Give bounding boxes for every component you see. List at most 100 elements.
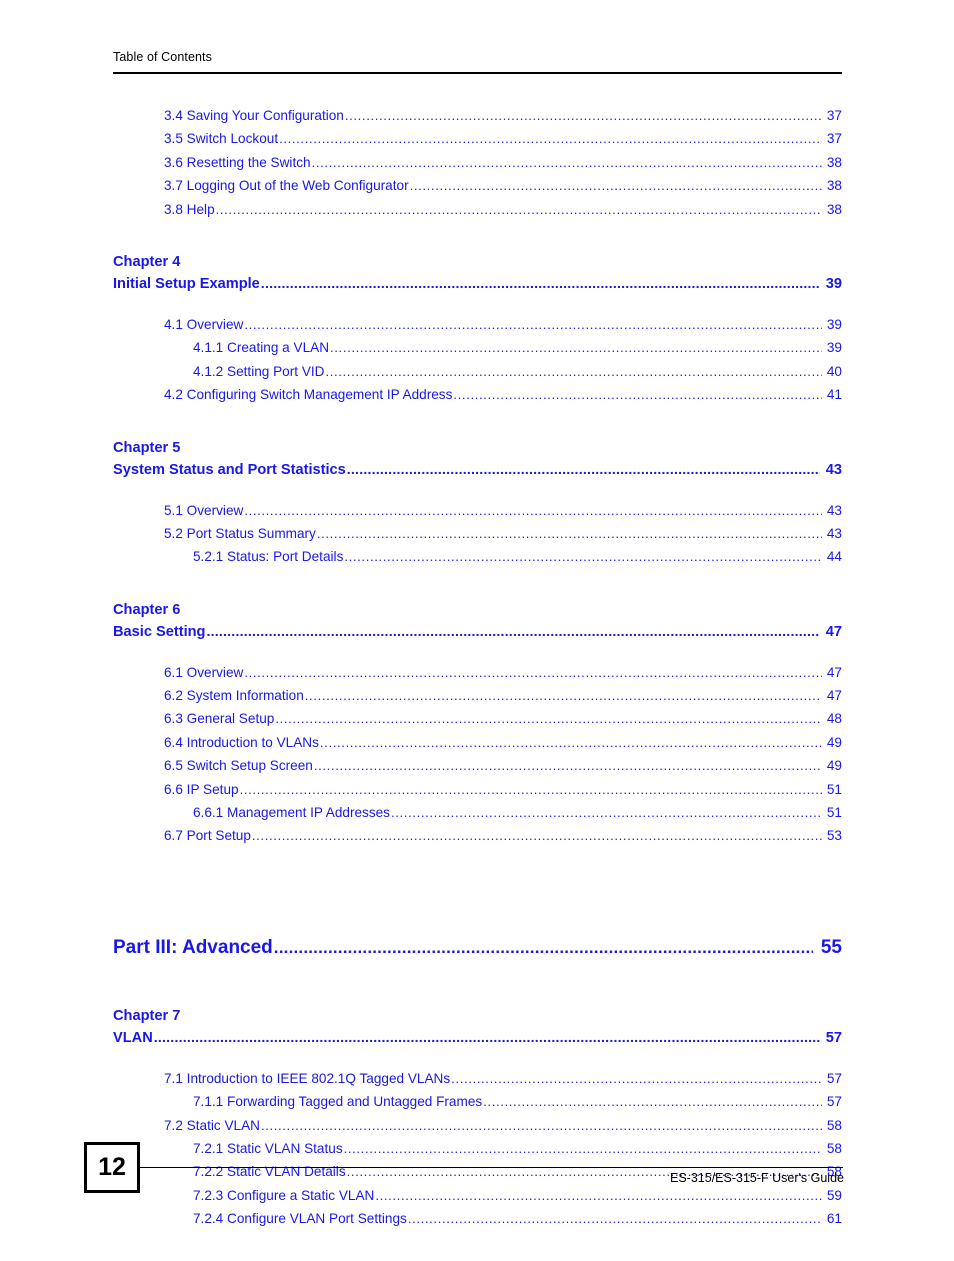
toc-entry-page-number: 47 xyxy=(826,664,842,680)
toc-entry-label: 4.2 Configuring Switch Management IP Add… xyxy=(164,387,453,403)
leader-dots: ........................................… xyxy=(483,1094,822,1110)
toc-entry-label: 3.7 Logging Out of the Web Configurator xyxy=(164,178,409,194)
toc-entry-label: 4.1.2 Setting Port VID xyxy=(193,363,325,379)
toc-entry[interactable]: Part III: Advanced......................… xyxy=(113,934,842,961)
toc-entry-page-number: 37 xyxy=(826,131,842,147)
toc-entry[interactable]: 3.6 Resetting the Switch................… xyxy=(113,151,842,174)
toc-entry[interactable]: Initial Setup Example...................… xyxy=(113,273,842,296)
toc-entry[interactable]: VLAN ...................................… xyxy=(113,1027,842,1050)
toc-entry-page-number: 49 xyxy=(826,758,842,774)
toc-entry-label: 5.1 Overview xyxy=(164,502,244,518)
toc-entry-label: 4.1.1 Creating a VLAN xyxy=(193,340,330,356)
toc-entry-label: 6.4 Introduction to VLANs xyxy=(164,734,319,750)
toc-entry-page-number: 53 xyxy=(826,828,842,844)
chapter-label: Chapter 5 xyxy=(113,439,181,456)
page-footer: 12 ES-315/ES-315-F User's Guide xyxy=(84,1142,844,1202)
toc-entry-page-number: 48 xyxy=(826,711,842,727)
toc-entry[interactable]: 6.6.1 Management IP Addresses...........… xyxy=(113,801,842,824)
chapter-label: Chapter 7 xyxy=(113,1007,181,1024)
leader-dots: ........................................… xyxy=(260,1117,822,1133)
leader-dots: ........................................… xyxy=(453,387,822,403)
vertical-spacer xyxy=(113,1050,842,1067)
toc-entry-label: 6.6 IP Setup xyxy=(164,781,239,797)
toc-entry[interactable]: 7.1.1 Forwarding Tagged and Untagged Fra… xyxy=(113,1090,842,1113)
toc-entry-page-number: 38 xyxy=(826,178,842,194)
vertical-spacer xyxy=(113,296,842,313)
leader-dots: ........................................… xyxy=(316,525,822,541)
toc-entry[interactable]: 6.2 System Information..................… xyxy=(113,684,842,707)
toc-entry-page-number: 58 xyxy=(826,1117,842,1133)
toc-entry[interactable]: 7.2 Static VLAN.........................… xyxy=(113,1114,842,1137)
toc-entry-label: 7.1.1 Forwarding Tagged and Untagged Fra… xyxy=(193,1094,483,1110)
vertical-spacer xyxy=(113,1231,842,1261)
toc-entry[interactable]: 3.8 Help................................… xyxy=(113,198,842,221)
toc-entry[interactable]: Basic Setting ..........................… xyxy=(113,621,842,644)
leader-dots: ........................................… xyxy=(279,131,822,147)
toc-entry[interactable]: 6.5 Switch Setup Screen.................… xyxy=(113,754,842,777)
toc-entry-page-number: 47 xyxy=(826,688,842,704)
toc-entry-page-number: 57 xyxy=(826,1070,842,1086)
toc-entry[interactable]: 4.1.2 Setting Port VID..................… xyxy=(113,360,842,383)
toc-entry[interactable]: 4.2 Configuring Switch Management IP Add… xyxy=(113,383,842,406)
toc-entry-label: Initial Setup Example xyxy=(113,276,260,293)
toc-entry-label: 5.2.1 Status: Port Details xyxy=(193,549,344,565)
vertical-spacer xyxy=(113,482,842,499)
toc-entry[interactable]: 5.1 Overview............................… xyxy=(113,499,842,522)
toc-entry[interactable]: 5.2 Port Status Summary.................… xyxy=(113,522,842,545)
toc-entry[interactable]: 7.1 Introduction to IEEE 802.1Q Tagged V… xyxy=(113,1067,842,1090)
toc-entry[interactable]: 4.1 Overview............................… xyxy=(113,313,842,336)
toc-entry-page-number: 57 xyxy=(826,1094,842,1110)
leader-dots: ........................................… xyxy=(311,154,822,170)
toc-entry[interactable]: 6.6 IP Setup............................… xyxy=(113,778,842,801)
toc-entry[interactable]: 7.2.4 Configure VLAN Port Settings......… xyxy=(113,1207,842,1230)
toc-entry-label: 6.6.1 Management IP Addresses xyxy=(193,805,390,821)
vertical-spacer xyxy=(113,848,842,878)
toc-entry-page-number: 43 xyxy=(825,462,842,479)
vertical-spacer xyxy=(113,644,842,661)
toc-entry-label: System Status and Port Statistics xyxy=(113,462,346,479)
leader-dots: ........................................… xyxy=(244,664,822,680)
toc-entry-label: 3.8 Help xyxy=(164,201,215,217)
leader-dots: ........................................… xyxy=(409,178,822,194)
page-title: Table of Contents xyxy=(113,50,212,64)
leader-dots: ........................................… xyxy=(244,502,822,518)
toc-entry[interactable]: 6.7 Port Setup..........................… xyxy=(113,824,842,847)
leader-dots: ........................................… xyxy=(275,711,822,727)
toc-entry-label: 6.1 Overview xyxy=(164,664,244,680)
toc-entry-page-number: 61 xyxy=(826,1211,842,1227)
toc-entry[interactable]: System Status and Port Statistics.......… xyxy=(113,459,842,482)
toc-entry-label: Part III: Advanced xyxy=(113,936,273,958)
leader-dots: ........................................… xyxy=(451,1070,822,1086)
toc-entry-label: 6.5 Switch Setup Screen xyxy=(164,758,313,774)
toc-entry[interactable]: 6.3 General Setup.......................… xyxy=(113,707,842,730)
toc-entry[interactable]: 3.7 Logging Out of the Web Configurator.… xyxy=(113,174,842,197)
toc-entry-page-number: 44 xyxy=(826,549,842,565)
leader-dots: ........................................… xyxy=(251,828,822,844)
toc-entry[interactable]: 4.1.1 Creating a VLAN...................… xyxy=(113,336,842,359)
toc-entry-label: 3.5 Switch Lockout xyxy=(164,131,279,147)
leader-dots: ........................................… xyxy=(325,363,822,379)
toc-entry-page-number: 57 xyxy=(825,1030,842,1047)
toc-entry-page-number: 39 xyxy=(826,316,842,332)
toc-entry-label: 7.2.4 Configure VLAN Port Settings xyxy=(193,1211,407,1227)
leader-dots: ........................................… xyxy=(344,108,822,123)
toc-entry-label: VLAN xyxy=(113,1030,153,1047)
toc-entry[interactable]: 3.4 Saving Your Configuration...........… xyxy=(113,104,842,127)
leader-dots: ........................................… xyxy=(260,276,820,293)
toc-entry-page-number: 55 xyxy=(820,936,842,958)
toc-entry[interactable]: 6.1 Overview............................… xyxy=(113,661,842,684)
toc-entry-page-number: 43 xyxy=(826,502,842,518)
toc-entry[interactable]: 5.2.1 Status: Port Details..............… xyxy=(113,545,842,568)
toc-entry-page-number: 38 xyxy=(826,201,842,217)
vertical-spacer xyxy=(113,569,842,599)
toc-entry-label: 3.6 Resetting the Switch xyxy=(164,154,311,170)
toc-entry[interactable]: 3.5 Switch Lockout......................… xyxy=(113,127,842,150)
toc-entry-page-number: 47 xyxy=(825,624,842,641)
toc-entry[interactable]: 6.4 Introduction to VLANs...............… xyxy=(113,731,842,754)
vertical-spacer xyxy=(113,878,842,934)
toc-entry-page-number: 49 xyxy=(826,734,842,750)
leader-dots: ........................................… xyxy=(304,688,822,704)
leader-dots: ........................................… xyxy=(319,734,822,750)
toc-entry-label: 3.4 Saving Your Configuration xyxy=(164,108,344,123)
leader-dots: ........................................… xyxy=(330,340,822,356)
